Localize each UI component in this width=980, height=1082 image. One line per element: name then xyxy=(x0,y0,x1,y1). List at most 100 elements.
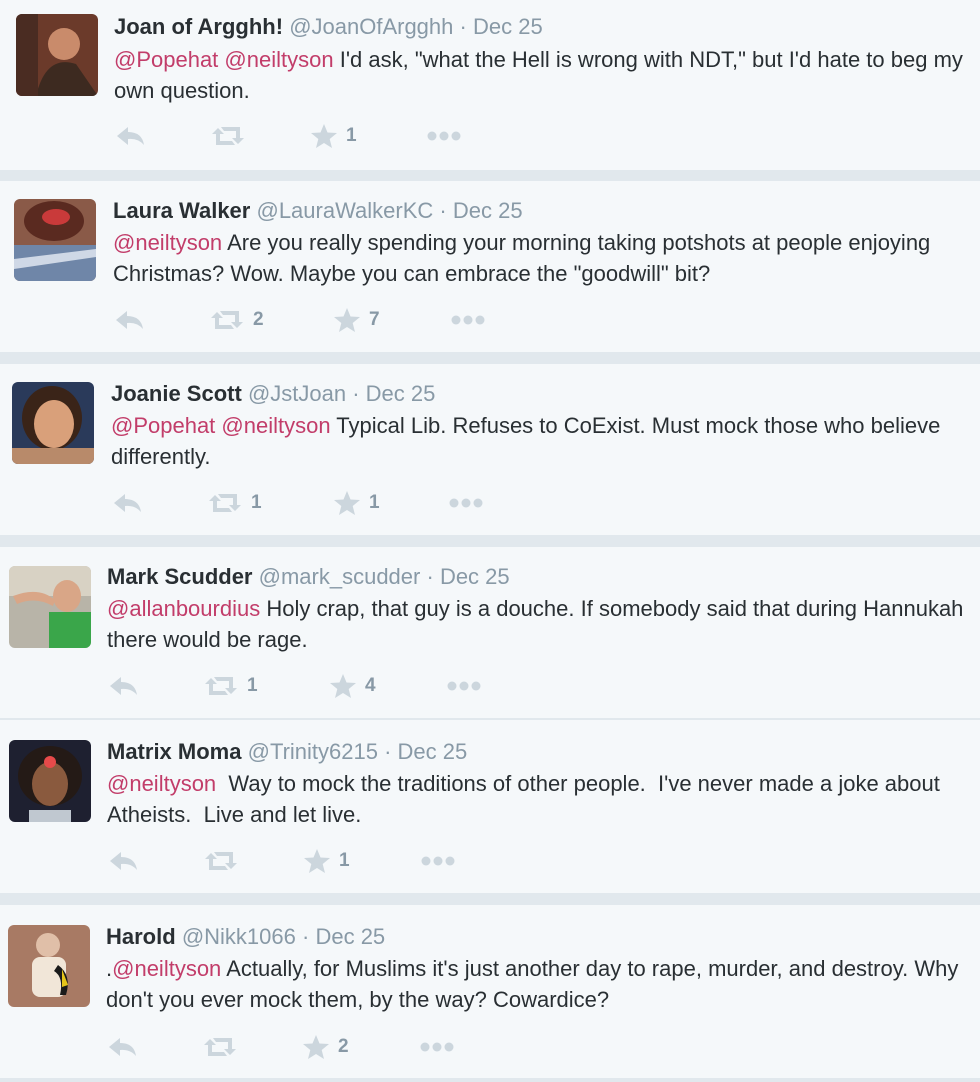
separator: · xyxy=(439,198,447,223)
tweet-date[interactable]: Dec 25 xyxy=(315,924,385,949)
favorite-button[interactable]: 2 xyxy=(302,1032,349,1062)
more-icon xyxy=(420,855,456,867)
display-name[interactable]: Joanie Scott xyxy=(111,381,242,406)
tweet-body: Way to mock the traditions of other peop… xyxy=(107,771,945,827)
avatar[interactable] xyxy=(9,740,91,822)
tweet-card[interactable]: Mark Scudder @mark_scudder · Dec 25 @all… xyxy=(0,547,980,718)
favorite-button[interactable]: 1 xyxy=(303,846,350,876)
retweet-count: 1 xyxy=(251,492,262,513)
tweet-header: Matrix Moma @Trinity6215 · Dec 25 xyxy=(107,739,467,765)
avatar[interactable] xyxy=(16,14,98,96)
more-button[interactable] xyxy=(419,1032,455,1062)
retweet-button[interactable]: 1 xyxy=(207,488,262,518)
mention-link[interactable]: @neiltyson xyxy=(107,771,216,796)
retweet-button[interactable]: 1 xyxy=(203,671,258,701)
retweet-icon xyxy=(203,849,239,873)
star-icon xyxy=(329,673,357,699)
retweet-button[interactable] xyxy=(210,121,254,151)
more-button[interactable] xyxy=(420,846,456,876)
star-icon xyxy=(333,307,361,333)
tweet-card[interactable]: Joan of Argghh! @JoanOfArgghh · Dec 25 @… xyxy=(0,0,980,170)
avatar[interactable] xyxy=(8,925,90,1007)
more-button[interactable] xyxy=(450,305,486,335)
more-button[interactable] xyxy=(426,121,462,151)
mention-link[interactable]: @neiltyson xyxy=(221,413,330,438)
tweet-card[interactable]: Matrix Moma @Trinity6215 · Dec 25 @neilt… xyxy=(0,720,980,893)
user-handle[interactable]: @mark_scudder xyxy=(259,564,421,589)
mention-link[interactable]: @neiltyson xyxy=(113,230,222,255)
display-name[interactable]: Laura Walker xyxy=(113,198,250,223)
more-button[interactable] xyxy=(446,671,482,701)
separator: · xyxy=(302,924,310,949)
mention-link[interactable]: @neiltyson xyxy=(112,956,221,981)
user-handle[interactable]: @Trinity6215 xyxy=(248,739,378,764)
reply-icon xyxy=(114,124,148,148)
favorite-count: 2 xyxy=(338,1036,349,1057)
tweet-text: .@neiltyson Actually, for Muslims it's j… xyxy=(106,953,966,1015)
reply-button[interactable] xyxy=(107,846,141,876)
retweet-count: 1 xyxy=(247,675,258,696)
tweet-date[interactable]: Dec 25 xyxy=(398,739,468,764)
tweet-body: Actually, for Muslims it's just another … xyxy=(106,956,959,1012)
tweet-header: Laura Walker @LauraWalkerKC · Dec 25 xyxy=(113,198,523,224)
favorite-button[interactable]: 1 xyxy=(310,121,357,151)
retweet-icon xyxy=(210,124,246,148)
tweet-header: Harold @Nikk1066 · Dec 25 xyxy=(106,924,385,950)
tweet-text: @neiltyson Way to mock the traditions of… xyxy=(107,768,967,830)
reply-icon xyxy=(111,491,145,515)
mention-link[interactable]: @neiltyson xyxy=(224,47,333,72)
star-icon xyxy=(310,123,338,149)
favorite-button[interactable]: 1 xyxy=(333,488,380,518)
display-name[interactable]: Mark Scudder xyxy=(107,564,253,589)
more-button[interactable] xyxy=(448,488,484,518)
avatar[interactable] xyxy=(9,566,91,648)
display-name[interactable]: Joan of Argghh! xyxy=(114,14,283,39)
separator: · xyxy=(384,739,392,764)
reply-button[interactable] xyxy=(106,1032,140,1062)
retweet-button[interactable] xyxy=(203,846,247,876)
retweet-button[interactable] xyxy=(202,1032,246,1062)
retweet-icon xyxy=(202,1035,238,1059)
star-icon xyxy=(302,1034,330,1060)
reply-button[interactable] xyxy=(107,671,141,701)
display-name[interactable]: Matrix Moma xyxy=(107,739,241,764)
user-handle[interactable]: @JstJoan xyxy=(248,381,346,406)
separator: · xyxy=(426,564,434,589)
mention-link[interactable]: @Popehat xyxy=(111,413,215,438)
tweet-header: Mark Scudder @mark_scudder · Dec 25 xyxy=(107,564,510,590)
user-handle[interactable]: @JoanOfArgghh xyxy=(289,14,453,39)
avatar[interactable] xyxy=(14,199,96,281)
tweet-card[interactable]: Laura Walker @LauraWalkerKC · Dec 25 @ne… xyxy=(0,181,980,352)
reply-button[interactable] xyxy=(113,305,147,335)
retweet-count: 2 xyxy=(253,309,264,330)
tweet-text: @Popehat @neiltyson Typical Lib. Refuses… xyxy=(111,410,971,472)
reply-icon xyxy=(113,308,147,332)
mention-link[interactable]: @allanbourdius xyxy=(107,596,260,621)
more-icon xyxy=(426,130,462,142)
user-handle[interactable]: @LauraWalkerKC xyxy=(256,198,433,223)
tweet-date[interactable]: Dec 25 xyxy=(440,564,510,589)
retweet-button[interactable]: 2 xyxy=(209,305,264,335)
reply-button[interactable] xyxy=(111,488,145,518)
favorite-count: 1 xyxy=(339,850,350,871)
more-icon xyxy=(448,497,484,509)
favorite-count: 7 xyxy=(369,309,380,330)
tweet-date[interactable]: Dec 25 xyxy=(473,14,543,39)
tweet-date[interactable]: Dec 25 xyxy=(453,198,523,223)
mention-link[interactable]: @Popehat xyxy=(114,47,218,72)
favorite-count: 1 xyxy=(346,125,357,146)
tweet-date[interactable]: Dec 25 xyxy=(366,381,436,406)
favorite-button[interactable]: 7 xyxy=(333,305,380,335)
tweet-text: @allanbourdius Holy crap, that guy is a … xyxy=(107,593,967,655)
tweet-card[interactable]: Joanie Scott @JstJoan · Dec 25 @Popehat … xyxy=(0,364,980,535)
user-handle[interactable]: @Nikk1066 xyxy=(182,924,296,949)
reply-button[interactable] xyxy=(114,121,148,151)
avatar[interactable] xyxy=(12,382,94,464)
display-name[interactable]: Harold xyxy=(106,924,176,949)
separator: · xyxy=(352,381,360,406)
favorite-count: 1 xyxy=(369,492,380,513)
favorite-button[interactable]: 4 xyxy=(329,671,376,701)
reply-icon xyxy=(106,1035,140,1059)
tweet-card[interactable]: Harold @Nikk1066 · Dec 25 .@neiltyson Ac… xyxy=(0,905,980,1078)
more-icon xyxy=(450,314,486,326)
